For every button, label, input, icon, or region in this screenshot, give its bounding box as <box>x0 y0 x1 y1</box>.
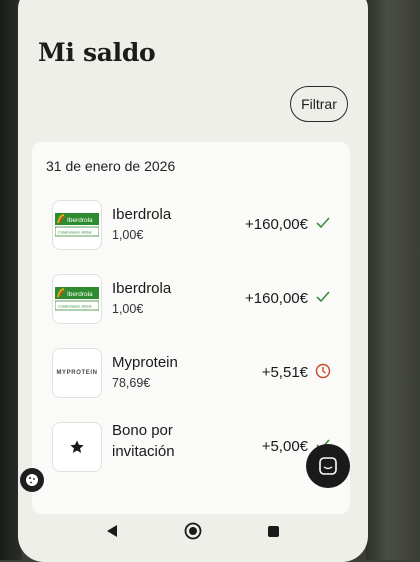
clock-icon <box>314 362 332 380</box>
svg-text:Iberdrola: Iberdrola <box>67 217 93 224</box>
back-triangle-icon <box>107 525 118 537</box>
transaction-row[interactable]: Iberdrola Colaborador oficial Iberdrola … <box>32 200 350 270</box>
system-nav-bar <box>18 512 368 550</box>
home-button[interactable] <box>182 520 204 542</box>
iberdrola-logo-icon: Iberdrola Colaborador oficial <box>55 213 99 237</box>
back-button[interactable] <box>101 520 123 542</box>
iberdrola-logo: Iberdrola Colaborador oficial <box>52 274 102 324</box>
merchant-name: Myprotein <box>112 354 178 371</box>
chat-button[interactable] <box>306 444 350 488</box>
cashback-amount: +5,51€ <box>261 364 308 381</box>
page-title: Mi saldo <box>38 38 156 67</box>
merchant-name: Iberdrola <box>112 206 172 223</box>
cashback-amount: +5,00€ <box>261 438 308 455</box>
iberdrola-logo: Iberdrola Colaborador oficial <box>52 200 102 250</box>
myprotein-logo-text: MYPROTEIN <box>56 370 98 376</box>
svg-text:Colaborador oficial: Colaborador oficial <box>58 230 91 235</box>
myprotein-logo: MYPROTEIN <box>52 348 102 398</box>
merchant-name-line2: invitación <box>112 443 175 460</box>
merchant-name-line1: Bono por <box>112 422 173 439</box>
merchant-name: Bono por invitación <box>112 420 175 462</box>
merchant-name: Iberdrola <box>112 280 172 297</box>
transaction-row[interactable]: MYPROTEIN Myprotein 78,69€ +5,51€ <box>32 348 350 418</box>
cookie-icon <box>26 474 38 486</box>
transaction-row[interactable]: Bono por invitación +5,00€ <box>32 422 350 492</box>
phone-screen: Mi saldo Filtrar 31 de enero de 2026 Ibe… <box>18 0 368 562</box>
check-icon <box>314 288 332 306</box>
purchase-amount: 78,69€ <box>112 376 151 390</box>
svg-text:Colaborador oficial: Colaborador oficial <box>58 304 91 309</box>
purchase-amount: 1,00€ <box>112 302 144 316</box>
recents-button[interactable] <box>263 520 285 542</box>
svg-text:Iberdrola: Iberdrola <box>67 291 93 298</box>
transactions-card: 31 de enero de 2026 Iberdrola Colaborado… <box>32 142 350 514</box>
cashback-amount: +160,00€ <box>245 290 308 307</box>
home-circle-icon <box>184 522 202 540</box>
purchase-amount: 1,00€ <box>112 228 144 242</box>
date-heading: 31 de enero de 2026 <box>46 158 176 174</box>
cashback-amount: +160,00€ <box>245 216 308 233</box>
transaction-row[interactable]: Iberdrola Colaborador oficial Iberdrola … <box>32 274 350 344</box>
phone-bezel-right <box>366 0 420 560</box>
filter-button[interactable]: Filtrar <box>290 86 348 122</box>
recents-square-icon <box>268 525 280 537</box>
check-icon <box>314 214 332 232</box>
iberdrola-logo-icon: Iberdrola Colaborador oficial <box>55 287 99 311</box>
chat-bubble-icon <box>319 457 337 475</box>
cookie-settings-button[interactable] <box>20 468 44 492</box>
star-icon <box>52 422 102 472</box>
